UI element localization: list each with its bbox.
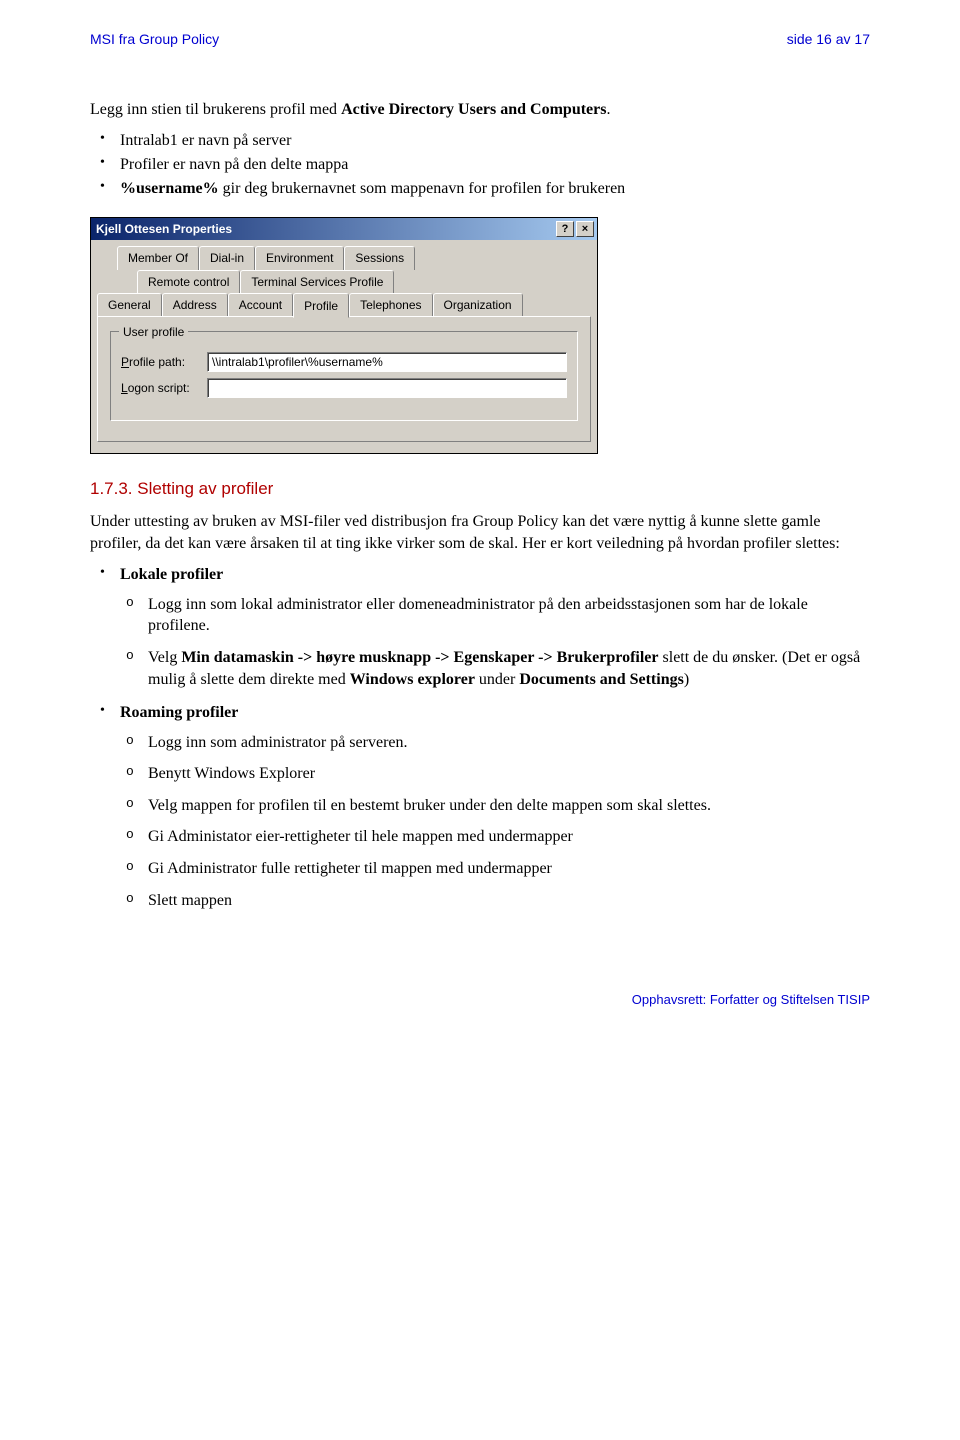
intro-bullet: Profiler er navn på den delte mappa xyxy=(120,154,870,176)
lokale-2-bold: Min datamaskin -> høyre musknapp -> Egen… xyxy=(181,649,658,666)
intro-post: . xyxy=(606,101,610,118)
tab-general[interactable]: General xyxy=(97,293,162,317)
tab-member-of[interactable]: Member Of xyxy=(117,246,199,269)
section-heading: 1.7.3. Sletting av profiler xyxy=(90,478,870,501)
lokale-sub-2: Velg Min datamaskin -> høyre musknapp ->… xyxy=(148,647,870,690)
group-legend: User profile xyxy=(119,324,188,340)
roaming-sub: Slett mappen xyxy=(148,890,870,912)
tab-terminal-services[interactable]: Terminal Services Profile xyxy=(240,270,394,293)
tab-address[interactable]: Address xyxy=(162,293,228,317)
tab-dial-in[interactable]: Dial-in xyxy=(199,246,255,269)
roaming-sub: Gi Administator eier-rettigheter til hel… xyxy=(148,826,870,848)
intro-bullet: %username% gir deg brukernavnet som mapp… xyxy=(120,178,870,200)
logon-label-underline: L xyxy=(121,381,128,395)
profile-path-label: Profile path: xyxy=(121,354,207,370)
tab-body: User profile Profile path: Logon script: xyxy=(97,316,591,442)
list-item-roaming: Roaming profiler Logg inn som administra… xyxy=(120,702,870,911)
user-profile-group: User profile Profile path: Logon script: xyxy=(110,331,578,421)
lokale-2-pre: Velg xyxy=(148,649,181,666)
help-button[interactable]: ? xyxy=(556,221,574,237)
intro-b3-bold: %username% xyxy=(120,180,219,197)
lokale-title: Lokale profiler xyxy=(120,566,223,583)
intro-bold: Active Directory Users and Computers xyxy=(341,101,606,118)
tab-telephones[interactable]: Telephones xyxy=(349,293,432,317)
profile-label-underline: P xyxy=(121,355,129,369)
intro-paragraph: Legg inn stien til brukerens profil med … xyxy=(90,99,870,121)
profile-path-input[interactable] xyxy=(207,352,567,372)
header-left: MSI fra Group Policy xyxy=(90,30,219,49)
tab-organization[interactable]: Organization xyxy=(433,293,523,317)
profile-label-rest: rofile path: xyxy=(129,355,185,369)
tab-account[interactable]: Account xyxy=(228,293,293,317)
lokale-2-bold3: Documents and Settings xyxy=(519,671,683,688)
logon-script-label: Logon script: xyxy=(121,380,207,396)
section-para: Under uttesting av bruken av MSI-filer v… xyxy=(90,511,870,554)
intro-pre: Legg inn stien til brukerens profil med xyxy=(90,101,341,118)
roaming-sub: Benytt Windows Explorer xyxy=(148,763,870,785)
lokale-2-end: ) xyxy=(684,671,689,688)
properties-dialog: Kjell Ottesen Properties ? × Member Of D… xyxy=(90,217,598,454)
footer-copyright: Opphavsrett: Forfatter og Stiftelsen TIS… xyxy=(90,991,870,1009)
tab-remote-control[interactable]: Remote control xyxy=(137,270,240,293)
close-button[interactable]: × xyxy=(576,221,594,237)
intro-bullets: Intralab1 er navn på server Profiler er … xyxy=(90,130,870,199)
intro-bullet: Intralab1 er navn på server xyxy=(120,130,870,152)
roaming-title: Roaming profiler xyxy=(120,704,238,721)
title-bar: Kjell Ottesen Properties ? × xyxy=(91,218,597,240)
intro-b3-rest: gir deg brukernavnet som mappenavn for p… xyxy=(219,180,626,197)
logon-label-rest: ogon script: xyxy=(128,381,190,395)
roaming-sub: Gi Administrator fulle rettigheter til m… xyxy=(148,858,870,880)
tab-sessions[interactable]: Sessions xyxy=(344,246,415,269)
dialog-title: Kjell Ottesen Properties xyxy=(96,221,232,237)
lokale-sub-1: Logg inn som lokal administrator eller d… xyxy=(148,594,870,637)
lokale-2-bold2: Windows explorer xyxy=(350,671,475,688)
logon-script-input[interactable] xyxy=(207,378,567,398)
list-item-lokale: Lokale profiler Logg inn som lokal admin… xyxy=(120,564,870,690)
roaming-sub: Logg inn som administrator på serveren. xyxy=(148,732,870,754)
header-right: side 16 av 17 xyxy=(787,30,870,49)
tab-environment[interactable]: Environment xyxy=(255,246,344,269)
tab-profile[interactable]: Profile xyxy=(293,293,349,318)
roaming-sub: Velg mappen for profilen til en bestemt … xyxy=(148,795,870,817)
lokale-2-post: under xyxy=(475,671,519,688)
